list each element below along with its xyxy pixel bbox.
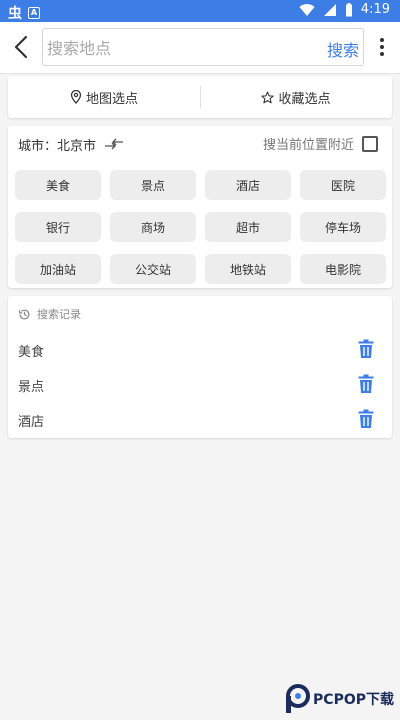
favorite-pick-button[interactable]: 收藏选点 <box>200 76 392 118</box>
notification-app-icon: 虫 <box>8 6 22 22</box>
category-grid: 美食 景点 酒店 医院 银行 商场 超市 停车场 加油站 公交站 地铁站 电影院 <box>15 170 387 284</box>
trash-icon[interactable] <box>358 409 374 429</box>
watermark-text: PCPOP下载 <box>313 692 394 708</box>
history-item-label: 酒店 <box>18 415 45 430</box>
back-arrow-icon[interactable] <box>10 34 34 60</box>
trash-icon[interactable] <box>358 374 374 394</box>
wifi-icon <box>299 3 315 16</box>
search-history-card: 搜索记录 美食 景点 酒店 <box>8 296 392 438</box>
pcpop-logo-icon <box>286 684 311 713</box>
category-chip[interactable]: 景点 <box>110 170 196 200</box>
history-item[interactable]: 酒店 <box>8 401 392 437</box>
app-bar: 搜索 <box>0 22 400 74</box>
nearby-label: 搜当前位置附近 <box>262 138 354 153</box>
category-card: 城市：北京市 搜当前位置附近 美食 景点 酒店 医院 银行 商场 超市 停车场 … <box>8 126 392 288</box>
category-chip[interactable]: 加油站 <box>15 254 101 284</box>
search-button[interactable]: 搜索 <box>327 37 359 61</box>
history-item-label: 美食 <box>18 345 45 360</box>
category-chip[interactable]: 美食 <box>15 170 101 200</box>
watermark: PCPOP下载 <box>283 682 394 716</box>
category-chip[interactable]: 地铁站 <box>205 254 291 284</box>
category-chip[interactable]: 电影院 <box>300 254 386 284</box>
pick-location-card: 地图选点 收藏选点 <box>8 76 392 118</box>
battery-icon <box>345 2 352 16</box>
nearby-checkbox[interactable] <box>362 135 378 152</box>
category-chip[interactable]: 停车场 <box>300 212 386 242</box>
city-selector[interactable]: 城市：北京市 <box>18 134 124 154</box>
city-label: 城市：北京市 <box>18 138 97 154</box>
history-item-label: 景点 <box>18 380 45 395</box>
history-item[interactable]: 美食 <box>8 331 392 367</box>
location-pin-icon <box>70 90 82 104</box>
star-icon <box>261 91 275 103</box>
status-bar: 虫 A 4:19 <box>0 0 400 22</box>
category-chip[interactable]: 公交站 <box>110 254 196 284</box>
signal-icon <box>323 3 336 16</box>
map-pick-button[interactable]: 地图选点 <box>8 76 200 118</box>
favorite-pick-label: 收藏选点 <box>278 91 331 107</box>
map-pick-label: 地图选点 <box>85 91 138 107</box>
notification-a-icon: A <box>28 7 40 19</box>
history-header: 搜索记录 <box>18 306 81 322</box>
category-chip[interactable]: 酒店 <box>205 170 291 200</box>
search-input[interactable] <box>47 35 317 61</box>
history-title: 搜索记录 <box>37 308 81 321</box>
trash-icon[interactable] <box>358 339 374 359</box>
category-chip[interactable]: 商场 <box>110 212 196 242</box>
category-chip[interactable]: 银行 <box>15 212 101 242</box>
clock: 4:19 <box>360 2 390 17</box>
history-item[interactable]: 景点 <box>8 366 392 402</box>
swap-icon <box>105 138 124 150</box>
history-clock-icon <box>19 309 30 319</box>
category-chip[interactable]: 医院 <box>300 170 386 200</box>
search-box: 搜索 <box>42 28 364 66</box>
nearby-toggle[interactable]: 搜当前位置附近 <box>263 134 378 153</box>
category-chip[interactable]: 超市 <box>205 212 291 242</box>
more-options-icon[interactable] <box>380 38 384 56</box>
